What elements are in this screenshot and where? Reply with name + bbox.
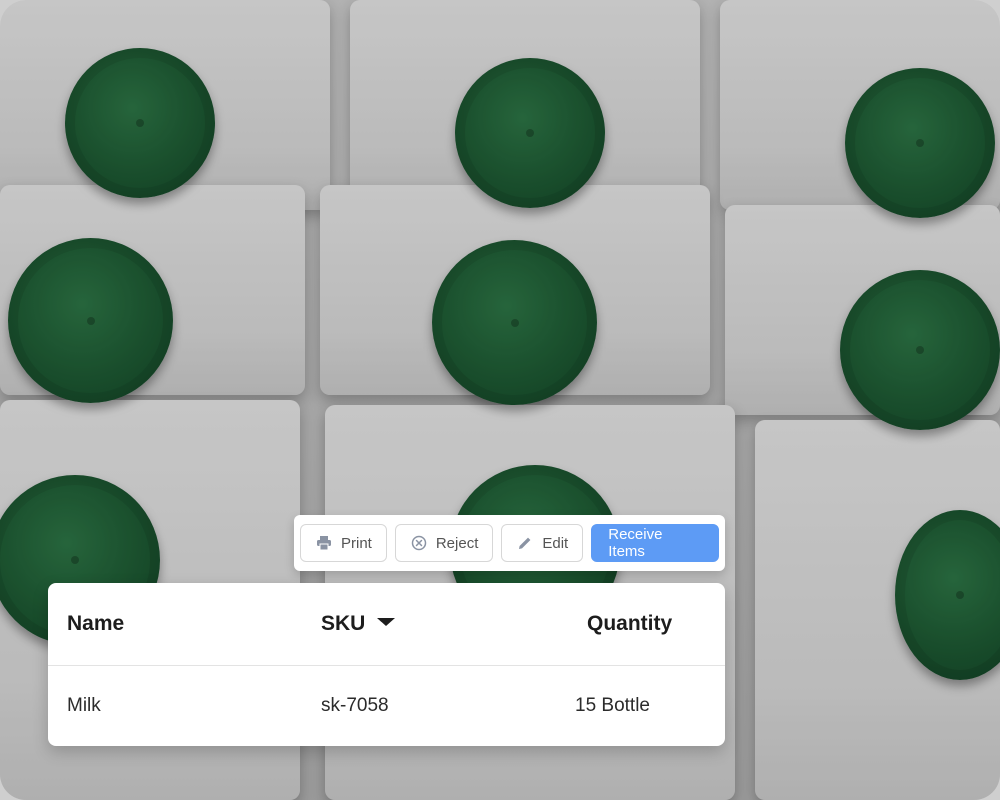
pencil-icon xyxy=(516,534,534,552)
edit-button[interactable]: Edit xyxy=(501,524,584,562)
items-table: Name SKU Quantity Milk sk-7058 15 Bottle xyxy=(48,583,725,746)
table-row[interactable]: Milk sk-7058 15 Bottle xyxy=(48,666,725,746)
action-toolbar: Print Reject Edit Receive Items xyxy=(294,515,725,571)
column-header-sku-label: SKU xyxy=(321,612,366,635)
print-label: Print xyxy=(341,534,372,552)
reject-button[interactable]: Reject xyxy=(394,524,494,562)
receive-items-label: Receive Items xyxy=(608,526,663,560)
print-button[interactable]: Print xyxy=(300,524,387,562)
cell-name: Milk xyxy=(67,695,101,716)
column-header-quantity[interactable]: Quantity xyxy=(587,612,672,636)
cell-sku: sk-7058 xyxy=(321,695,389,716)
column-header-sku[interactable]: SKU xyxy=(321,612,396,636)
cell-quantity: 15 Bottle xyxy=(575,695,650,716)
reject-label: Reject xyxy=(435,534,479,552)
edit-label: Edit xyxy=(542,534,569,552)
column-header-name[interactable]: Name xyxy=(67,612,124,636)
printer-icon xyxy=(315,534,333,552)
receive-items-button[interactable]: Receive Items xyxy=(591,524,719,562)
caret-down-icon xyxy=(377,618,396,627)
table-header: Name SKU Quantity xyxy=(48,583,725,666)
circle-x-icon xyxy=(410,534,428,552)
